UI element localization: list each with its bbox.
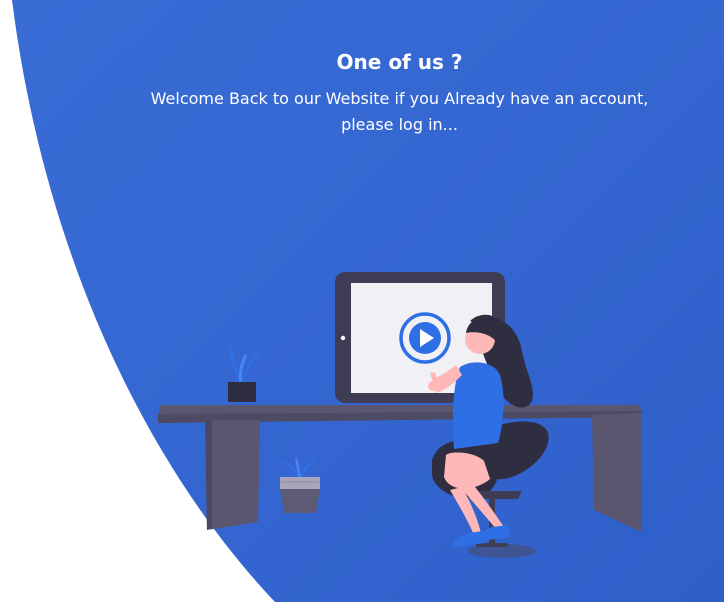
- desk: [158, 405, 642, 532]
- plant-icon: [228, 346, 261, 402]
- desk-illustration: [158, 272, 642, 558]
- potted-plant-icon: [280, 458, 320, 513]
- panel-title: One of us ?: [336, 50, 463, 74]
- welcome-text-block: One of us ? Welcome Back to our Website …: [0, 50, 724, 138]
- panel-message: Welcome Back to our Website if you Alrea…: [150, 89, 649, 134]
